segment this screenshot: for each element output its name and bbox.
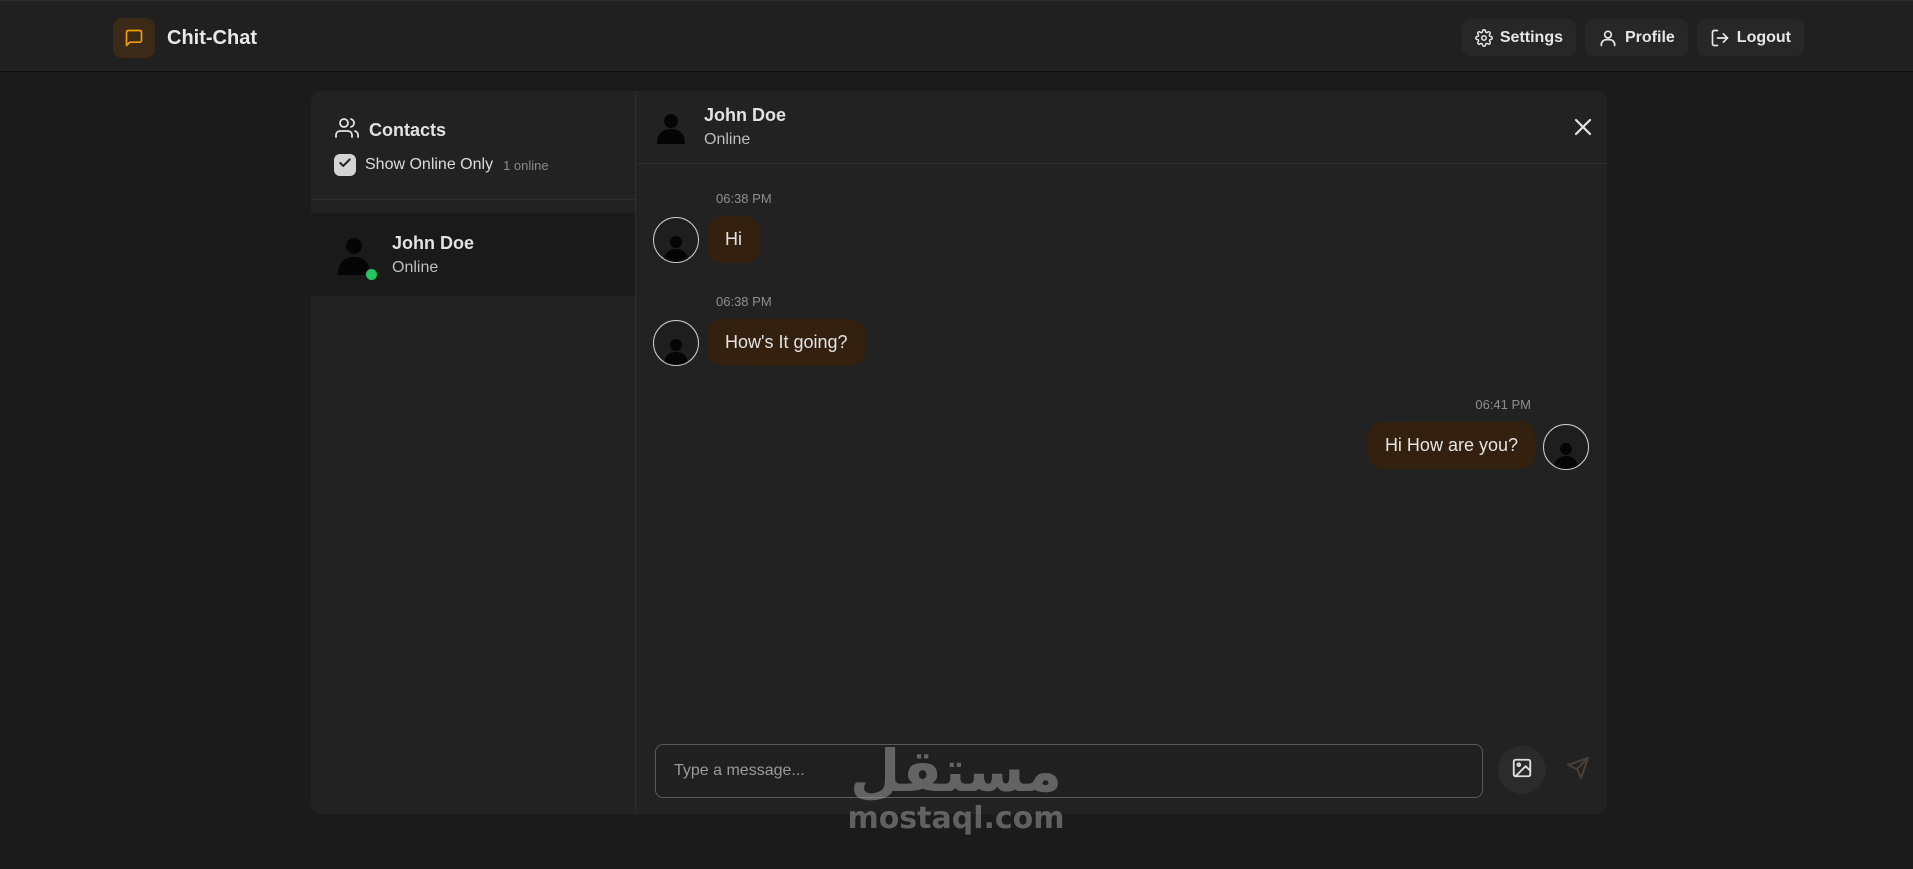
- contact-status: Online: [392, 259, 439, 276]
- app-name: Chit-Chat: [167, 26, 257, 49]
- contact-name: John Doe: [392, 233, 475, 253]
- chat-container: Contacts Show Online Only 1 online John …: [311, 91, 1607, 814]
- message-timestamp: 06:38 PM: [716, 294, 772, 309]
- top-navbar: Chit-Chat Settings Profile Logout: [0, 0, 1913, 72]
- online-indicator: [365, 268, 378, 281]
- show-online-label[interactable]: Show Online Only: [365, 156, 493, 174]
- contacts-title: Contacts: [369, 120, 447, 140]
- send-button[interactable]: [1554, 746, 1602, 794]
- logout-button[interactable]: Logout: [1696, 19, 1804, 56]
- logout-icon: [1710, 28, 1730, 48]
- message-square-icon: [113, 18, 155, 58]
- logout-label: Logout: [1736, 28, 1791, 46]
- nav-actions: Settings Profile Logout: [1461, 19, 1804, 56]
- message-input[interactable]: [655, 744, 1483, 798]
- chat-contact-status: Online: [704, 131, 751, 148]
- avatar: [653, 217, 699, 263]
- chat-panel: John Doe Online 06:38 PM Hi 06:38 PM How…: [636, 91, 1607, 814]
- message-bubble-sent: Hi How are you?: [1367, 422, 1535, 469]
- user-icon: [1598, 28, 1618, 48]
- avatar: [654, 110, 688, 144]
- attach-image-button[interactable]: [1498, 746, 1546, 794]
- close-chat-button[interactable]: [1571, 115, 1595, 139]
- gear-icon: [1474, 28, 1493, 47]
- contact-item[interactable]: John Doe Online: [311, 213, 635, 296]
- message-bubble-received: How's It going?: [708, 319, 865, 366]
- send-icon: [1566, 756, 1590, 785]
- check-icon: [338, 156, 352, 175]
- avatar: [653, 320, 699, 366]
- profile-label: Profile: [1625, 28, 1675, 46]
- contacts-heading: Contacts: [335, 116, 446, 145]
- image-icon: [1511, 757, 1533, 784]
- online-count: 1 online: [503, 157, 549, 173]
- close-icon: [1571, 118, 1595, 143]
- sidebar-header: Contacts Show Online Only 1 online: [311, 91, 635, 200]
- chat-contact-name: John Doe: [704, 105, 787, 125]
- settings-label: Settings: [1499, 28, 1563, 46]
- show-online-checkbox[interactable]: [334, 154, 356, 176]
- settings-button[interactable]: Settings: [1461, 19, 1576, 56]
- profile-button[interactable]: Profile: [1585, 19, 1688, 56]
- message-timestamp: 06:38 PM: [716, 191, 772, 206]
- users-icon: [335, 116, 359, 145]
- avatar: [1543, 424, 1589, 470]
- brand[interactable]: Chit-Chat: [113, 18, 257, 58]
- chat-header: John Doe Online: [636, 91, 1607, 164]
- contacts-sidebar: Contacts Show Online Only 1 online John …: [311, 91, 636, 814]
- message-bubble-received: Hi: [708, 216, 759, 263]
- message-timestamp: 06:41 PM: [1475, 397, 1531, 412]
- online-filter: Show Online Only 1 online: [334, 154, 549, 176]
